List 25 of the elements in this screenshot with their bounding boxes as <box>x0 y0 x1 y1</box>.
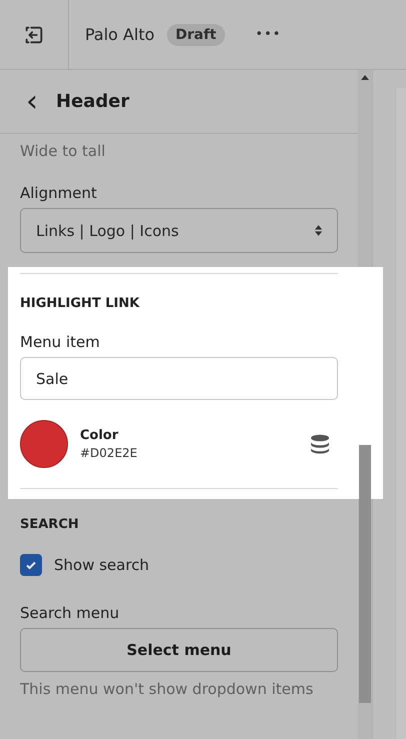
checkbox-label: Show search <box>54 556 150 574</box>
menu-item-field[interactable]: Sale <box>20 357 338 400</box>
checkbox[interactable] <box>20 554 42 576</box>
check-icon <box>25 559 37 571</box>
scroll-up-icon[interactable] <box>361 75 369 80</box>
field-label: Alignment <box>20 184 98 202</box>
scrollbar-thumb[interactable] <box>359 445 371 703</box>
setting-value: Wide to tall <box>20 142 106 162</box>
section-heading: HIGHLIGHT LINK <box>20 296 141 311</box>
status-badge: Draft <box>166 24 226 46</box>
color-value: #D02E2E <box>80 446 138 460</box>
alignment-select[interactable]: Links | Logo | Icons <box>20 208 338 253</box>
database-icon[interactable] <box>310 434 330 454</box>
color-swatch[interactable] <box>20 420 68 468</box>
color-label: Color <box>80 428 120 443</box>
more-button[interactable]: ••• <box>251 25 286 44</box>
store-name: Palo Alto <box>85 25 155 44</box>
select-menu-button[interactable]: Select menu <box>20 628 338 672</box>
back-button[interactable]: ‹ <box>22 86 42 116</box>
field-label: Search menu <box>20 604 120 622</box>
field-label: Menu item <box>20 333 101 351</box>
sort-icon <box>314 224 323 237</box>
panel-title: Header <box>56 91 130 112</box>
help-text: This menu won't show dropdown items <box>20 680 314 698</box>
section-heading: SEARCH <box>20 517 80 532</box>
